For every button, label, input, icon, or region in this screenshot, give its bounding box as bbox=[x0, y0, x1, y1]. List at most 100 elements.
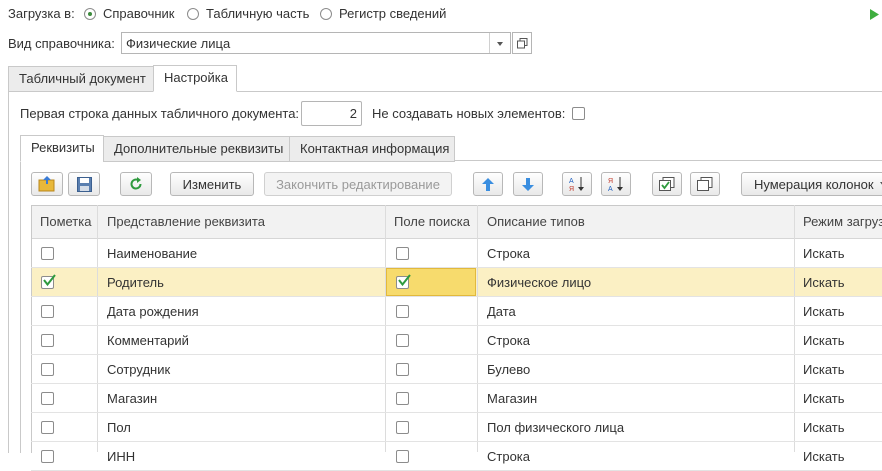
attribute-name: Сотрудник bbox=[107, 362, 171, 377]
mark-checkbox[interactable] bbox=[41, 363, 54, 376]
radio-info-register[interactable] bbox=[320, 8, 332, 20]
column-divider bbox=[794, 205, 795, 452]
column-header-type-description[interactable]: Описание типов bbox=[487, 214, 585, 229]
attribute-name: Магазин bbox=[107, 391, 158, 406]
sort-desc-button[interactable]: ЯA bbox=[601, 172, 631, 196]
save-settings-button[interactable] bbox=[68, 172, 100, 196]
check-all-icon bbox=[659, 177, 675, 191]
load-mode-cell[interactable]: Искать bbox=[803, 449, 845, 464]
no-new-label: Не создавать новых элементов: bbox=[372, 106, 566, 121]
save-icon bbox=[76, 176, 92, 192]
type-description: Магазин bbox=[487, 391, 538, 406]
type-description: Физическое лицо bbox=[487, 275, 592, 290]
first-row-label: Первая строка данных табличного документ… bbox=[20, 106, 300, 121]
open-button[interactable] bbox=[512, 32, 532, 54]
svg-text:A: A bbox=[569, 178, 574, 185]
refresh-icon bbox=[130, 177, 142, 190]
type-description: Строка bbox=[487, 449, 531, 464]
load-mode-cell[interactable]: Искать bbox=[803, 304, 845, 319]
load-mode-cell[interactable]: Искать bbox=[803, 420, 845, 435]
mark-checkbox[interactable] bbox=[41, 392, 54, 405]
mark-checkbox[interactable] bbox=[41, 305, 54, 318]
tab-contact-info[interactable]: Контактная информация bbox=[289, 136, 455, 162]
mark-checkbox[interactable] bbox=[41, 274, 56, 289]
mark-checkbox[interactable] bbox=[41, 247, 54, 260]
attribute-name: Дата рождения bbox=[107, 304, 199, 319]
column-header-representation[interactable]: Представление реквизита bbox=[107, 214, 265, 229]
uncheck-all-button[interactable] bbox=[690, 172, 720, 196]
arrow-down-icon bbox=[522, 177, 534, 191]
radio-tabular-part[interactable] bbox=[187, 8, 199, 20]
tab-settings[interactable]: Настройка bbox=[153, 65, 237, 92]
radio-tabular-part-label[interactable]: Табличную часть bbox=[206, 6, 309, 21]
type-description: Пол физического лица bbox=[487, 420, 625, 435]
folder-open-icon bbox=[38, 176, 55, 192]
load-settings-button[interactable] bbox=[31, 172, 63, 196]
load-mode-cell[interactable]: Искать bbox=[803, 391, 845, 406]
first-row-input[interactable]: 2 bbox=[301, 101, 362, 126]
row-divider bbox=[31, 383, 882, 384]
svg-text:Я: Я bbox=[569, 186, 574, 192]
search-field-checkbox[interactable] bbox=[396, 334, 409, 347]
mark-checkbox[interactable] bbox=[41, 334, 54, 347]
refresh-button[interactable] bbox=[120, 172, 152, 196]
type-description: Булево bbox=[487, 362, 531, 377]
load-mode-label: Загрузка в: bbox=[8, 6, 75, 21]
radio-catalog-label[interactable]: Справочник bbox=[103, 6, 175, 21]
tab-attributes[interactable]: Реквизиты bbox=[20, 135, 104, 162]
svg-text:Я: Я bbox=[608, 178, 613, 185]
radio-info-register-label[interactable]: Регистр сведений bbox=[339, 6, 446, 21]
check-all-button[interactable] bbox=[652, 172, 682, 196]
search-field-checkbox[interactable] bbox=[396, 392, 409, 405]
run-icon[interactable] bbox=[870, 9, 879, 20]
tab-additional-attributes[interactable]: Дополнительные реквизиты bbox=[103, 136, 290, 162]
radio-catalog[interactable] bbox=[84, 8, 96, 20]
svg-text:A: A bbox=[608, 186, 613, 192]
search-field-checkbox[interactable] bbox=[396, 421, 409, 434]
type-description: Строка bbox=[487, 333, 531, 348]
sort-descending-icon: ЯA bbox=[608, 177, 623, 192]
column-header-search-field[interactable]: Поле поиска bbox=[394, 214, 470, 229]
no-new-checkbox[interactable] bbox=[572, 107, 585, 120]
column-divider bbox=[385, 205, 386, 452]
row-divider bbox=[31, 296, 882, 297]
sort-ascending-icon: AЯ bbox=[569, 177, 584, 192]
column-header-mark[interactable]: Пометка bbox=[40, 214, 91, 229]
catalog-type-field[interactable]: Физические лица bbox=[121, 32, 511, 54]
attribute-name: Комментарий bbox=[107, 333, 189, 348]
column-header-load-mode[interactable]: Режим загруз bbox=[803, 214, 882, 229]
move-down-button[interactable] bbox=[513, 172, 543, 196]
type-description: Строка bbox=[487, 246, 531, 261]
load-mode-cell[interactable]: Искать bbox=[803, 275, 845, 290]
chevron-down-icon bbox=[497, 42, 503, 46]
row-divider bbox=[31, 354, 882, 355]
column-divider bbox=[97, 205, 98, 452]
sort-asc-button[interactable]: AЯ bbox=[562, 172, 592, 196]
load-mode-cell[interactable]: Искать bbox=[803, 333, 845, 348]
search-field-checkbox[interactable] bbox=[396, 274, 411, 289]
uncheck-all-icon bbox=[697, 177, 713, 191]
tab-spreadsheet[interactable]: Табличный документ bbox=[8, 66, 154, 92]
load-mode-cell[interactable]: Искать bbox=[803, 362, 845, 377]
mark-checkbox[interactable] bbox=[41, 421, 54, 434]
column-divider bbox=[477, 205, 478, 452]
attributes-table[interactable] bbox=[31, 205, 882, 453]
row-divider bbox=[31, 325, 882, 326]
row-divider bbox=[31, 267, 882, 268]
open-window-icon bbox=[517, 38, 528, 49]
arrow-up-icon bbox=[482, 177, 494, 191]
finish-editing-button[interactable]: Закончить редактирование bbox=[264, 172, 452, 196]
move-up-button[interactable] bbox=[473, 172, 503, 196]
type-description: Дата bbox=[487, 304, 516, 319]
edit-button[interactable]: Изменить bbox=[170, 172, 254, 196]
load-mode-cell[interactable]: Искать bbox=[803, 246, 845, 261]
search-field-checkbox[interactable] bbox=[396, 247, 409, 260]
column-numbering-button[interactable]: Нумерация колонок bbox=[741, 172, 882, 196]
attribute-name: ИНН bbox=[107, 449, 136, 464]
search-field-checkbox[interactable] bbox=[396, 305, 409, 318]
attribute-name: Пол bbox=[107, 420, 131, 435]
catalog-type-value: Физические лица bbox=[126, 36, 231, 51]
search-field-checkbox[interactable] bbox=[396, 363, 409, 376]
dropdown-button[interactable] bbox=[489, 33, 510, 53]
row-divider bbox=[31, 412, 882, 413]
